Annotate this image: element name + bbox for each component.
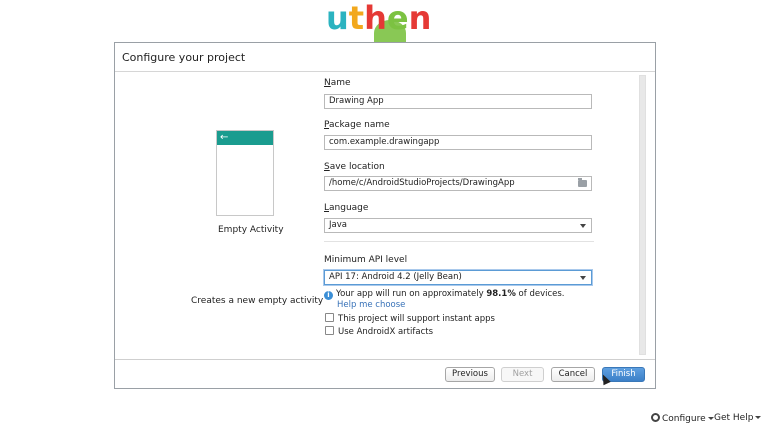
language-label: Language bbox=[324, 203, 369, 213]
chevron-down-icon bbox=[580, 224, 586, 228]
min-api-label: Minimum API level bbox=[324, 255, 408, 265]
info-percent: 98.1% bbox=[486, 289, 516, 299]
logo-letter: h bbox=[364, 0, 387, 37]
name-field[interactable]: Drawing App bbox=[324, 94, 592, 109]
package-name-field[interactable]: com.example.drawingapp bbox=[324, 135, 592, 150]
title-divider bbox=[115, 71, 655, 72]
configure-menu[interactable]: Configure bbox=[651, 413, 714, 424]
get-help-label: Get Help bbox=[714, 413, 754, 423]
configure-label: Configure bbox=[662, 414, 706, 424]
name-label: Name bbox=[324, 78, 351, 88]
language-value: Java bbox=[329, 220, 347, 230]
template-description: Creates a new empty activity bbox=[191, 296, 324, 306]
preview-toolbar: ← bbox=[217, 131, 273, 145]
save-location-field[interactable]: /home/c/AndroidStudioProjects/DrawingApp bbox=[324, 176, 592, 191]
previous-button[interactable]: Previous bbox=[445, 367, 495, 382]
chevron-down-icon bbox=[707, 417, 714, 420]
screen: uthena Configure your project ← Empty Ac… bbox=[0, 0, 768, 432]
info-suffix: of devices. bbox=[515, 289, 565, 299]
save-location-label: Save location bbox=[324, 162, 385, 172]
folder-icon[interactable] bbox=[578, 178, 587, 187]
back-arrow-icon: ← bbox=[220, 132, 229, 143]
footer-divider bbox=[115, 359, 655, 360]
androidx-option[interactable]: Use AndroidX artifacts bbox=[325, 326, 433, 337]
uthena-logo: uthena bbox=[326, 0, 444, 72]
configure-project-dialog: Configure your project ← Empty Activity … bbox=[114, 42, 656, 389]
info-prefix: Your app will run on approximately bbox=[336, 289, 487, 299]
form-scrollbar[interactable] bbox=[639, 75, 646, 355]
min-api-select[interactable]: API 17: Android 4.2 (Jelly Bean) bbox=[324, 270, 592, 285]
logo-letter: t bbox=[348, 0, 365, 37]
help-me-choose-link[interactable]: Help me choose bbox=[337, 300, 405, 310]
logo-letter: u bbox=[326, 0, 349, 37]
language-select[interactable]: Java bbox=[324, 218, 592, 233]
activity-preview: ← bbox=[216, 130, 274, 216]
dialog-title: Configure your project bbox=[122, 51, 246, 64]
save-location-value: /home/c/AndroidStudioProjects/DrawingApp bbox=[329, 178, 515, 188]
logo-letter: n bbox=[408, 0, 432, 37]
androidx-checkbox[interactable] bbox=[325, 326, 334, 335]
next-button[interactable]: Next bbox=[501, 367, 544, 382]
template-label: Empty Activity bbox=[218, 225, 284, 235]
gear-icon bbox=[651, 413, 660, 422]
package-name-label: Package name bbox=[324, 120, 390, 130]
scrollbar-thumb[interactable] bbox=[640, 76, 645, 354]
get-help-menu[interactable]: Get Help bbox=[714, 413, 762, 423]
instant-apps-label: This project will support instant apps bbox=[338, 314, 495, 324]
androidx-label: Use AndroidX artifacts bbox=[338, 327, 434, 337]
form-divider bbox=[324, 241, 594, 242]
instant-apps-option[interactable]: This project will support instant apps bbox=[325, 313, 495, 324]
info-icon: i bbox=[324, 291, 333, 300]
chevron-down-icon bbox=[755, 416, 762, 419]
min-api-value: API 17: Android 4.2 (Jelly Bean) bbox=[329, 272, 462, 282]
cancel-button[interactable]: Cancel bbox=[551, 367, 595, 382]
chevron-down-icon bbox=[580, 276, 586, 280]
instant-apps-checkbox[interactable] bbox=[325, 313, 334, 322]
logo-letter: e bbox=[386, 0, 409, 37]
device-coverage-info: i Your app will run on approximately 98.1… bbox=[324, 289, 565, 300]
